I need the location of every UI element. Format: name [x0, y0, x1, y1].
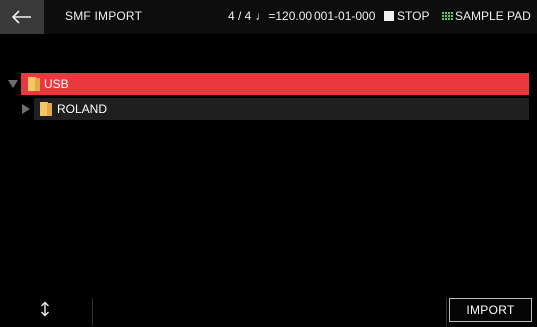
- tree-item-label: USB: [44, 77, 69, 91]
- stop-icon: [384, 11, 394, 21]
- collapse-triangle-icon[interactable]: [20, 103, 32, 115]
- transport-label: STOP: [397, 9, 430, 23]
- tree-row-background: [34, 98, 529, 120]
- bottom-bar: IMPORT: [0, 296, 537, 327]
- expand-triangle-icon[interactable]: [7, 78, 19, 90]
- transport-status: STOP: [384, 9, 429, 23]
- pad-mode-label: SAMPLE PAD: [455, 9, 531, 23]
- song-position: 001-01-000: [314, 9, 376, 23]
- up-down-arrow-icon: [40, 301, 50, 322]
- header-bar: SMF IMPORT 4 / 4 ♩=120.00 001-01-000 STOP…: [0, 0, 537, 34]
- quarter-note-icon: ♩: [255, 9, 268, 23]
- page-title: SMF IMPORT: [65, 9, 143, 23]
- tree-item-roland[interactable]: ROLAND: [20, 98, 529, 120]
- divider: [446, 298, 447, 326]
- back-arrow-icon: [11, 10, 33, 24]
- tree-item-label: ROLAND: [57, 102, 108, 116]
- folder-icon: [28, 77, 40, 91]
- tempo-value: =120.00: [268, 9, 313, 23]
- pad-grid-icon: [442, 12, 453, 20]
- pad-mode-indicator[interactable]: SAMPLE PAD: [442, 9, 531, 23]
- scroll-button[interactable]: [30, 300, 60, 322]
- tree-item-usb[interactable]: USB: [7, 73, 529, 95]
- folder-icon: [40, 102, 52, 116]
- import-button[interactable]: IMPORT: [449, 298, 532, 322]
- back-button[interactable]: [0, 0, 44, 34]
- time-signature: 4 / 4: [228, 9, 252, 23]
- time-signature-tempo: 4 / 4 ♩=120.00: [228, 9, 312, 23]
- divider: [92, 298, 93, 326]
- selection-highlight: [21, 73, 529, 95]
